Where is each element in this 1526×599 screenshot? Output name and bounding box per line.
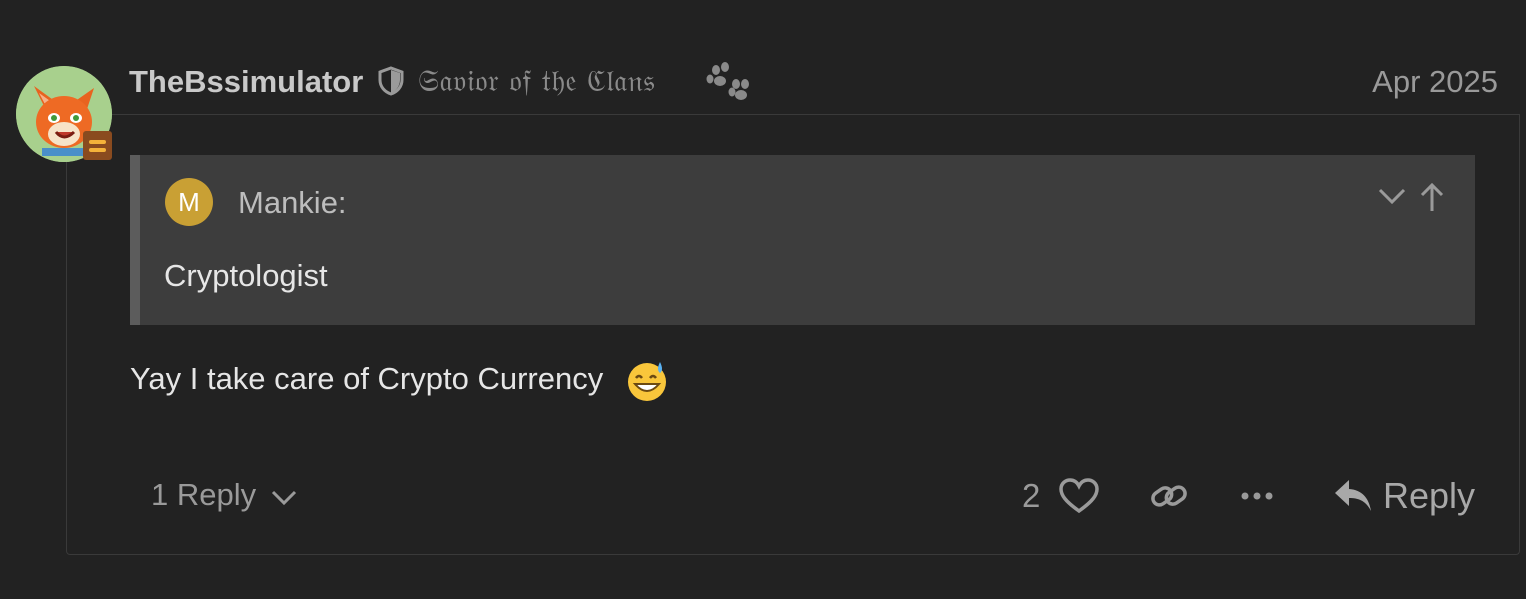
- paw-icon: [706, 62, 749, 100]
- quote-author: Mankie:: [238, 185, 347, 220]
- link-icon[interactable]: [1150, 480, 1188, 512]
- like-count[interactable]: 2: [1022, 477, 1040, 515]
- replies-count-label: 1 Reply: [151, 477, 257, 512]
- quote-author-avatar[interactable]: M: [165, 178, 213, 226]
- more-icon[interactable]: [1240, 490, 1274, 502]
- quote-text: Cryptologist: [164, 258, 328, 293]
- shield-icon: [378, 66, 404, 96]
- reply-button[interactable]: Reply: [1333, 475, 1475, 517]
- chevron-down-icon[interactable]: [1377, 184, 1407, 208]
- user-title: 𝔖𝔞𝔳𝔦𝔬𝔯 𝔬𝔣 𝔱𝔥𝔢 ℭ𝔩𝔞𝔫𝔰: [418, 64, 656, 99]
- quote-block: [130, 155, 1475, 325]
- heart-icon[interactable]: [1059, 478, 1099, 514]
- post-date[interactable]: Apr 2025: [1372, 64, 1498, 100]
- post-body-text: Yay I take care of Crypto Currency: [130, 361, 604, 396]
- sweat-smile-emoji-icon: [628, 362, 666, 401]
- reply-arrow-icon: [1335, 480, 1371, 511]
- reply-button-label: Reply: [1383, 475, 1476, 516]
- chevron-down-icon: [272, 490, 297, 506]
- arrow-up-icon[interactable]: [1420, 181, 1444, 213]
- replies-toggle-button[interactable]: 1 Reply: [151, 477, 298, 513]
- post-username[interactable]: TheBssimulator: [129, 64, 363, 100]
- user-flair-badge: [83, 131, 112, 160]
